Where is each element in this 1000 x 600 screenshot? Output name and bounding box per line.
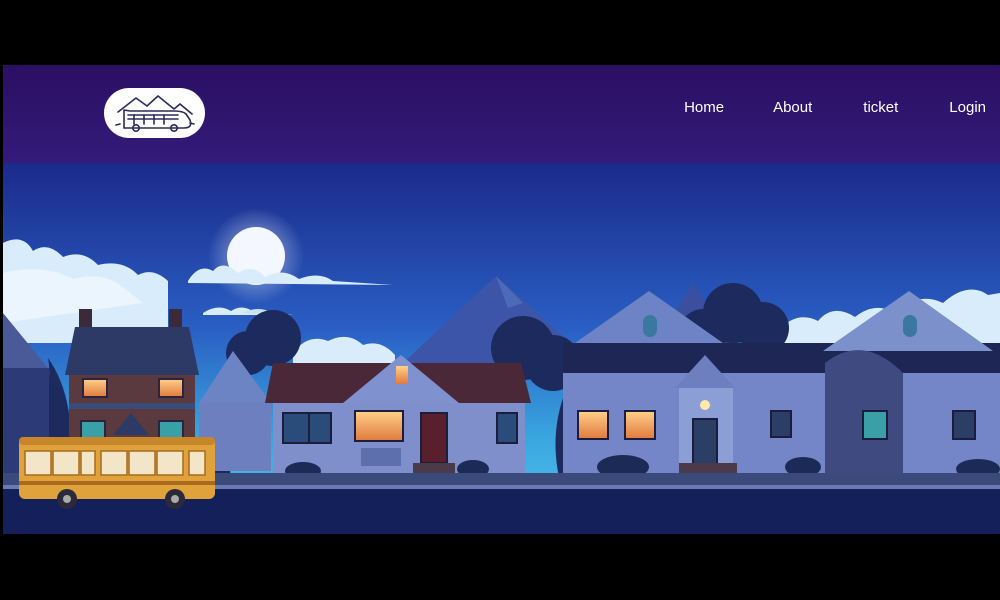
nav-home-link[interactable]: Home	[684, 99, 724, 116]
hero-illustration	[3, 163, 1000, 534]
house-center	[265, 355, 531, 479]
nav-ticket-link[interactable]: ticket	[863, 99, 898, 116]
nav-about-link[interactable]: About	[773, 99, 812, 116]
landing-page: Home About ticket Login	[3, 65, 1000, 534]
school-bus	[19, 437, 215, 509]
navbar: Home About ticket Login	[3, 65, 1000, 163]
bus-mountain-icon	[114, 95, 195, 132]
logo[interactable]	[104, 88, 205, 138]
nav-login-link[interactable]: Login	[949, 99, 986, 116]
moon	[208, 208, 304, 304]
nav-menu: Home About ticket Login	[684, 99, 986, 116]
